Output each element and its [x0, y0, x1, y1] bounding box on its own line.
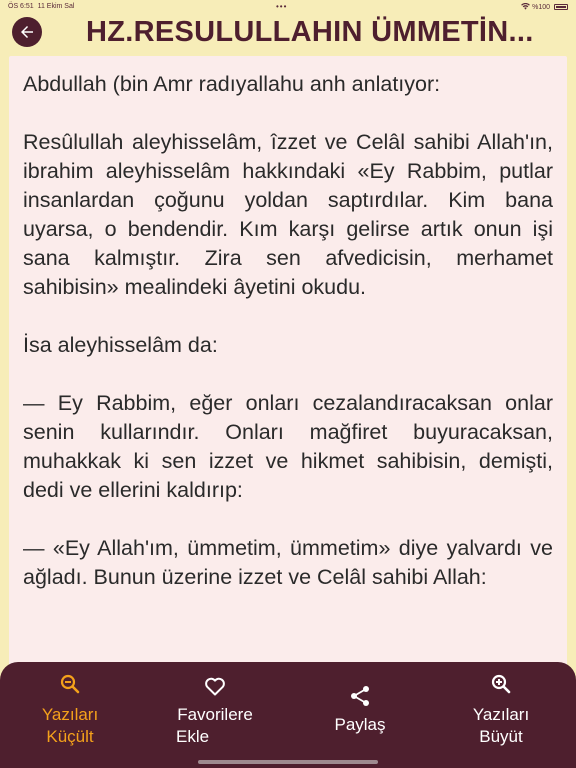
shrink-text-button[interactable]: Yazıları Küçült: [12, 672, 128, 768]
status-indicators: %100: [521, 2, 568, 11]
share-button[interactable]: Paylaş: [310, 684, 410, 768]
shrink-text-label-2: Küçült: [46, 727, 94, 746]
wifi-icon: [521, 2, 532, 11]
share-icon: [351, 686, 369, 706]
zoom-in-icon: [491, 674, 511, 694]
enlarge-text-label-2: Büyüt: [479, 727, 523, 746]
battery-percent: %100: [532, 4, 551, 11]
back-button[interactable]: [12, 17, 42, 47]
header: HZ.RESULULLAHIN ÜMMETİN...: [0, 12, 576, 52]
add-favorites-label-1: Favorilere: [177, 705, 253, 724]
heart-icon: [205, 677, 225, 696]
add-favorites-button[interactable]: Favorilere Ekle: [160, 674, 270, 768]
page-title: HZ.RESULULLAHIN ÜMMETİN...: [86, 16, 534, 48]
share-label: Paylaş: [334, 715, 386, 734]
battery-icon: [554, 4, 568, 10]
home-indicator[interactable]: [198, 760, 378, 764]
article-text: Abdullah (bin Amr radıyallahu anh anlatı…: [23, 72, 553, 589]
status-time: ÖS 6:51 11 Ekim Sal: [8, 3, 75, 10]
enlarge-text-button[interactable]: Yazıları Büyüt: [446, 672, 556, 768]
add-favorites-label-2: Ekle: [176, 727, 210, 746]
zoom-out-icon: [60, 674, 80, 694]
shrink-text-label-1: Yazıları: [41, 705, 99, 724]
bottom-toolbar: Yazıları Küçült Favorilere Ekle Paylaş Y…: [0, 662, 576, 768]
arrow-left-icon: [21, 26, 33, 38]
multitasking-dots[interactable]: •••: [276, 2, 287, 11]
enlarge-text-label-1: Yazıları: [472, 705, 530, 724]
